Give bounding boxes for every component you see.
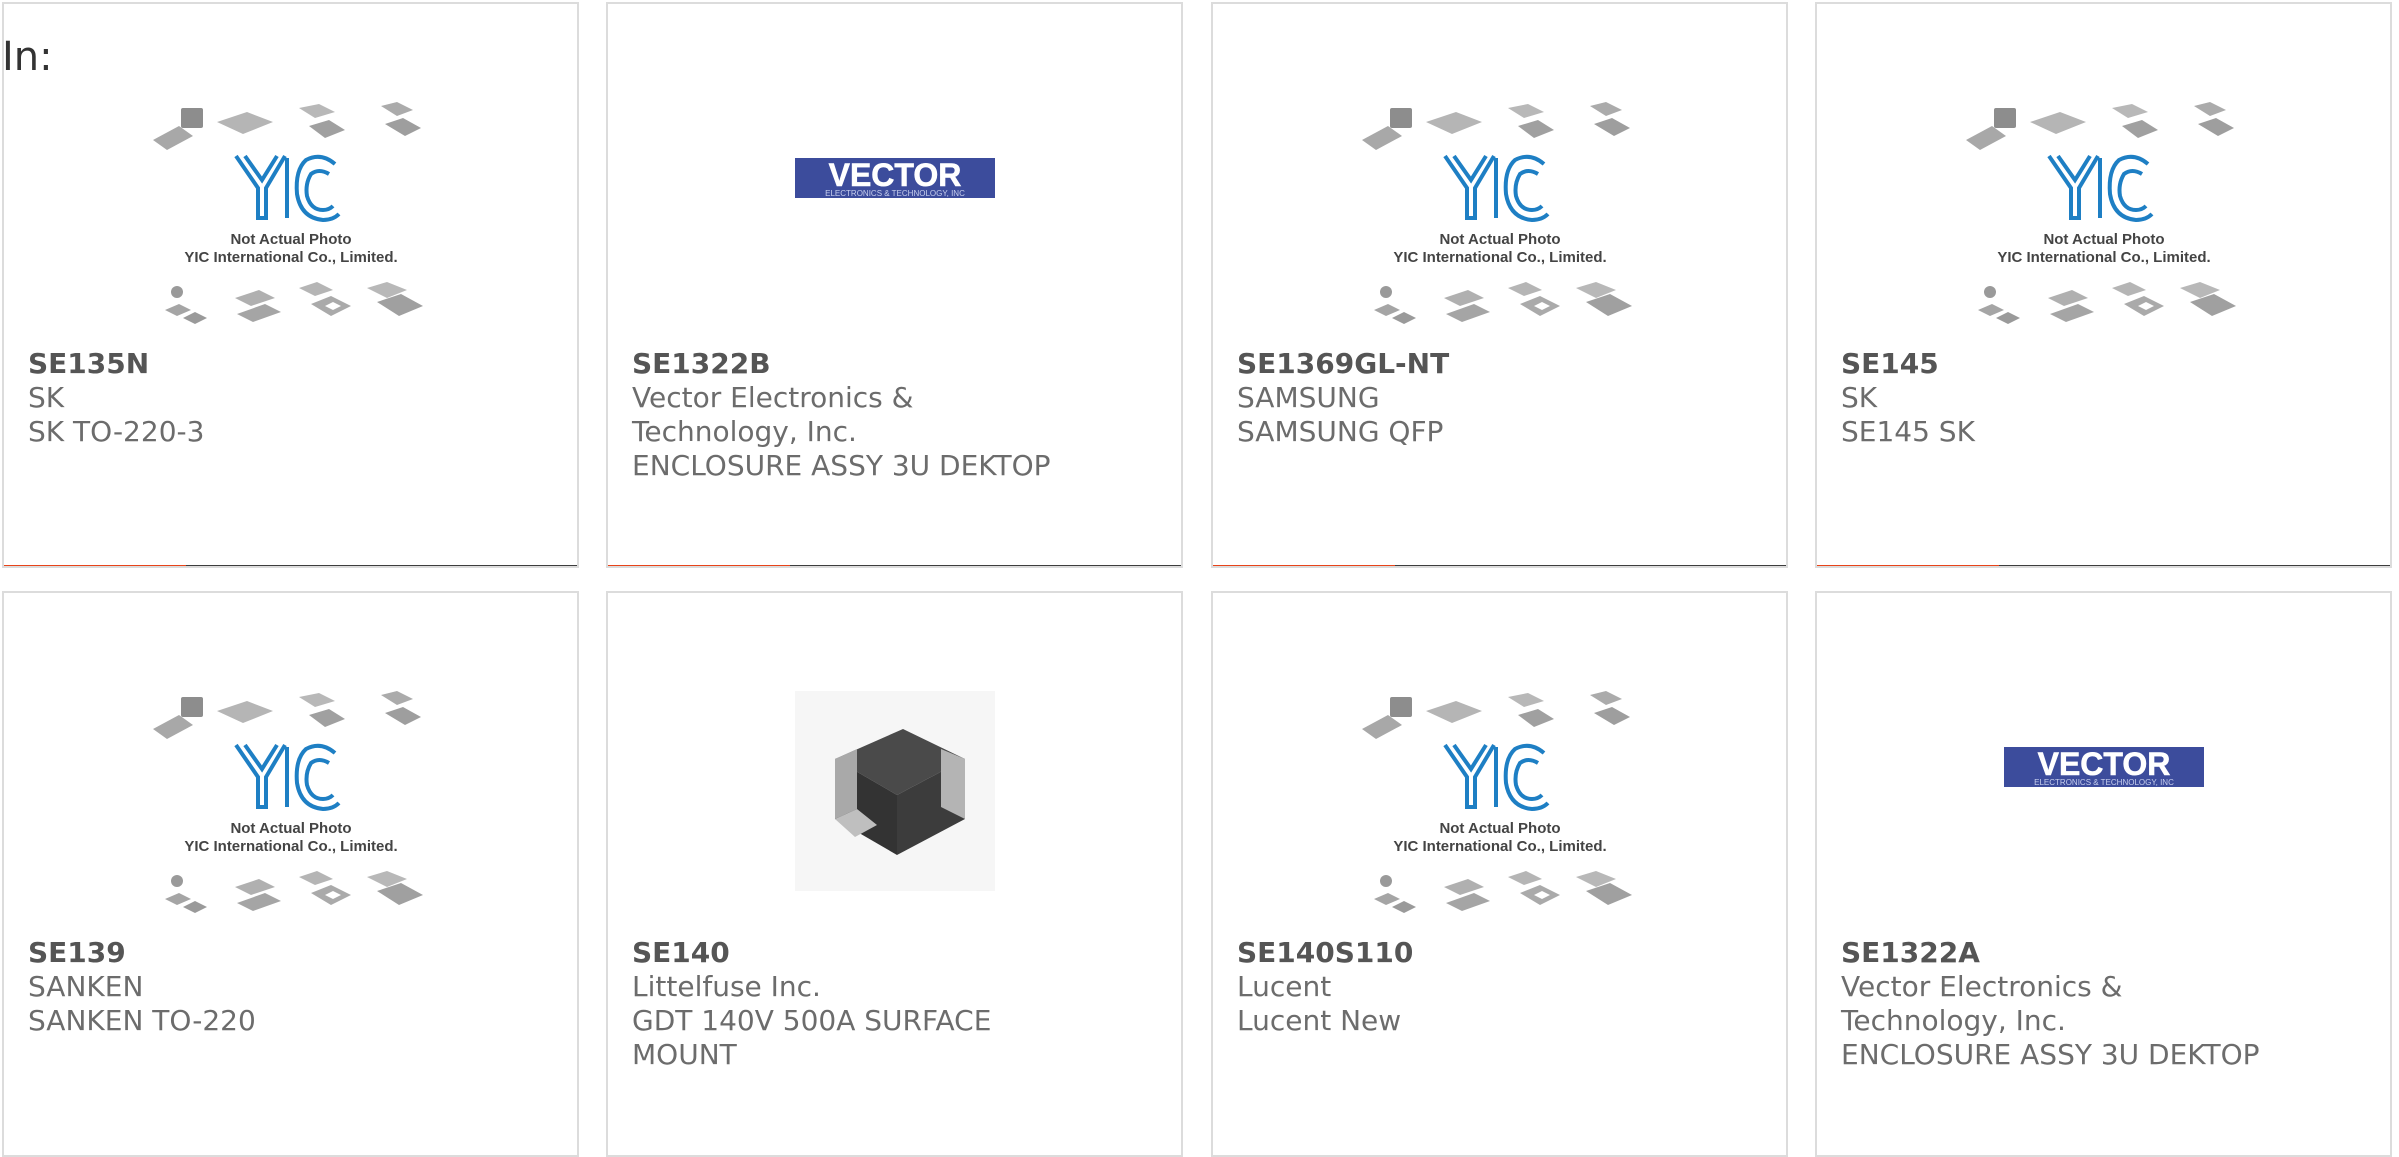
product-info: SE139 SANKEN SANKEN TO-220 xyxy=(28,936,468,1038)
product-description: ENCLOSURE ASSY 3U DEKTOP xyxy=(632,449,1051,482)
product-image[interactable]: VECTOR ELECTRONICS & TECHNOLOGY, INC xyxy=(1817,593,2390,933)
not-actual-photo-placeholder-image: Not Actual PhotoYIC International Co., L… xyxy=(152,691,423,913)
product-info: SE1322A Vector Electronics & Technology, … xyxy=(1841,936,2281,1072)
product-grid: Not Actual Photo YIC International Co., L… xyxy=(0,0,2399,1157)
product-info: SE140 Littelfuse Inc. GDT 140V 500A SURFAC… xyxy=(632,936,1072,1072)
component-photo-image xyxy=(794,691,995,891)
svg-text:YIC International Co., Limited: YIC International Co., Limited. xyxy=(184,249,397,266)
card-bottom-bar xyxy=(4,565,577,566)
not-actual-photo-placeholder-image: Not Actual PhotoYIC International Co., L… xyxy=(1361,102,1632,324)
card-accent-bar xyxy=(4,565,186,566)
svg-text:VECTOR: VECTOR xyxy=(828,157,961,193)
product-info: SE135N SK SK TO-220-3 xyxy=(28,347,468,449)
product-description: SK TO-220-3 xyxy=(28,415,205,448)
part-number[interactable]: SE140S110 xyxy=(1237,936,1677,970)
svg-text:YIC International Co., Limited: YIC International Co., Limited. xyxy=(1393,838,1606,855)
product-description: SE145 SK xyxy=(1841,415,1975,448)
product-image[interactable]: Not Actual Photo YIC International Co., L… xyxy=(1213,593,1786,933)
product-card[interactable]: VECTOR ELECTRONICS & TECHNOLOGY, INC SE132… xyxy=(1815,591,2392,1157)
card-accent-bar xyxy=(608,565,790,566)
manufacturer-name: Vector Electronics & Technology, Inc. xyxy=(1841,970,2123,1037)
part-number[interactable]: SE145 xyxy=(1841,347,2281,381)
manufacturer-name: Littelfuse Inc. xyxy=(632,970,821,1003)
product-image[interactable]: Not Actual Photo YIC International Co., L… xyxy=(4,4,577,344)
product-description: SAMSUNG QFP xyxy=(1237,415,1444,448)
part-number[interactable]: SE1322B xyxy=(632,347,1072,381)
manufacturer-name: SK xyxy=(1841,381,1878,414)
product-description: Lucent New xyxy=(1237,1004,1402,1037)
product-image[interactable]: VECTOR ELECTRONICS & TECHNOLOGY, INC xyxy=(608,4,1181,344)
not-actual-photo-placeholder-image: Not Actual PhotoYIC International Co., L… xyxy=(1965,102,2236,324)
manufacturer-name: SAMSUNG xyxy=(1237,381,1380,414)
manufacturer-name: SANKEN xyxy=(28,970,144,1003)
svg-text:ELECTRONICS & TECHNOLOGY, INC: ELECTRONICS & TECHNOLOGY, INC xyxy=(2034,778,2174,787)
not-actual-photo-placeholder-image: Not Actual PhotoYIC International Co., L… xyxy=(152,102,423,324)
product-image[interactable]: Not Actual Photo YIC International Co., L… xyxy=(1213,4,1786,344)
product-card[interactable]: Not Actual Photo YIC International Co., L… xyxy=(1211,2,1788,568)
product-card[interactable]: VECTOR ELECTRONICS & TECHNOLOGY, INC SE132… xyxy=(606,2,1183,568)
product-info: SE1322B Vector Electronics & Technology, … xyxy=(632,347,1072,483)
part-number[interactable]: SE1322A xyxy=(1841,936,2281,970)
product-image[interactable]: Not Actual Photo YIC International Co., L… xyxy=(1817,4,2390,344)
manufacturer-name: SK xyxy=(28,381,65,414)
product-description: GDT 140V 500A SURFACE MOUNT xyxy=(632,1004,992,1071)
svg-text:Not Actual Photo: Not Actual Photo xyxy=(1439,231,1560,248)
filter-prefix-label: In: xyxy=(2,34,53,80)
svg-text:ELECTRONICS & TECHNOLOGY, INC: ELECTRONICS & TECHNOLOGY, INC xyxy=(825,189,965,198)
card-bottom-bar xyxy=(1817,565,2390,566)
svg-text:VECTOR: VECTOR xyxy=(2037,746,2170,782)
part-number[interactable]: SE140 xyxy=(632,936,1072,970)
part-number[interactable]: SE135N xyxy=(28,347,468,381)
svg-text:YIC International Co., Limited: YIC International Co., Limited. xyxy=(1997,249,2210,266)
card-bottom-bar xyxy=(608,565,1181,566)
vector-electronics-logo: VECTORELECTRONICS & TECHNOLOGY, INC xyxy=(794,157,995,198)
part-number[interactable]: SE139 xyxy=(28,936,468,970)
svg-text:YIC International Co., Limited: YIC International Co., Limited. xyxy=(1393,249,1606,266)
card-accent-bar xyxy=(1213,565,1395,566)
product-description: SANKEN TO-220 xyxy=(28,1004,256,1037)
manufacturer-name: Vector Electronics & Technology, Inc. xyxy=(632,381,914,448)
vector-electronics-logo: VECTORELECTRONICS & TECHNOLOGY, INC xyxy=(2003,746,2204,787)
card-accent-bar xyxy=(1817,565,1999,566)
product-card[interactable]: Not Actual Photo YIC International Co., L… xyxy=(2,591,579,1157)
product-description: ENCLOSURE ASSY 3U DEKTOP xyxy=(1841,1038,2260,1071)
product-card[interactable]: SE140 Littelfuse Inc. GDT 140V 500A SURFAC… xyxy=(606,591,1183,1157)
product-image[interactable]: Not Actual Photo YIC International Co., L… xyxy=(4,593,577,933)
product-image[interactable] xyxy=(608,593,1181,933)
product-card[interactable]: Not Actual Photo YIC International Co., L… xyxy=(1815,2,2392,568)
not-actual-photo-placeholder-image: Not Actual PhotoYIC International Co., L… xyxy=(1361,691,1632,913)
product-info: SE140S110 Lucent Lucent New xyxy=(1237,936,1677,1038)
product-info: SE145 SK SE145 SK xyxy=(1841,347,2281,449)
svg-text:YIC International Co., Limited: YIC International Co., Limited. xyxy=(184,838,397,855)
product-card[interactable]: Not Actual Photo YIC International Co., L… xyxy=(1211,591,1788,1157)
manufacturer-name: Lucent xyxy=(1237,970,1332,1003)
product-info: SE1369GL-NT SAMSUNG SAMSUNG QFP xyxy=(1237,347,1677,449)
card-bottom-bar xyxy=(1213,565,1786,566)
svg-text:Not Actual Photo: Not Actual Photo xyxy=(230,820,351,837)
svg-text:Not Actual Photo: Not Actual Photo xyxy=(2043,231,2164,248)
part-number[interactable]: SE1369GL-NT xyxy=(1237,347,1677,381)
product-card[interactable]: Not Actual Photo YIC International Co., L… xyxy=(2,2,579,568)
svg-text:Not Actual Photo: Not Actual Photo xyxy=(1439,820,1560,837)
svg-text:Not Actual Photo: Not Actual Photo xyxy=(230,231,351,248)
